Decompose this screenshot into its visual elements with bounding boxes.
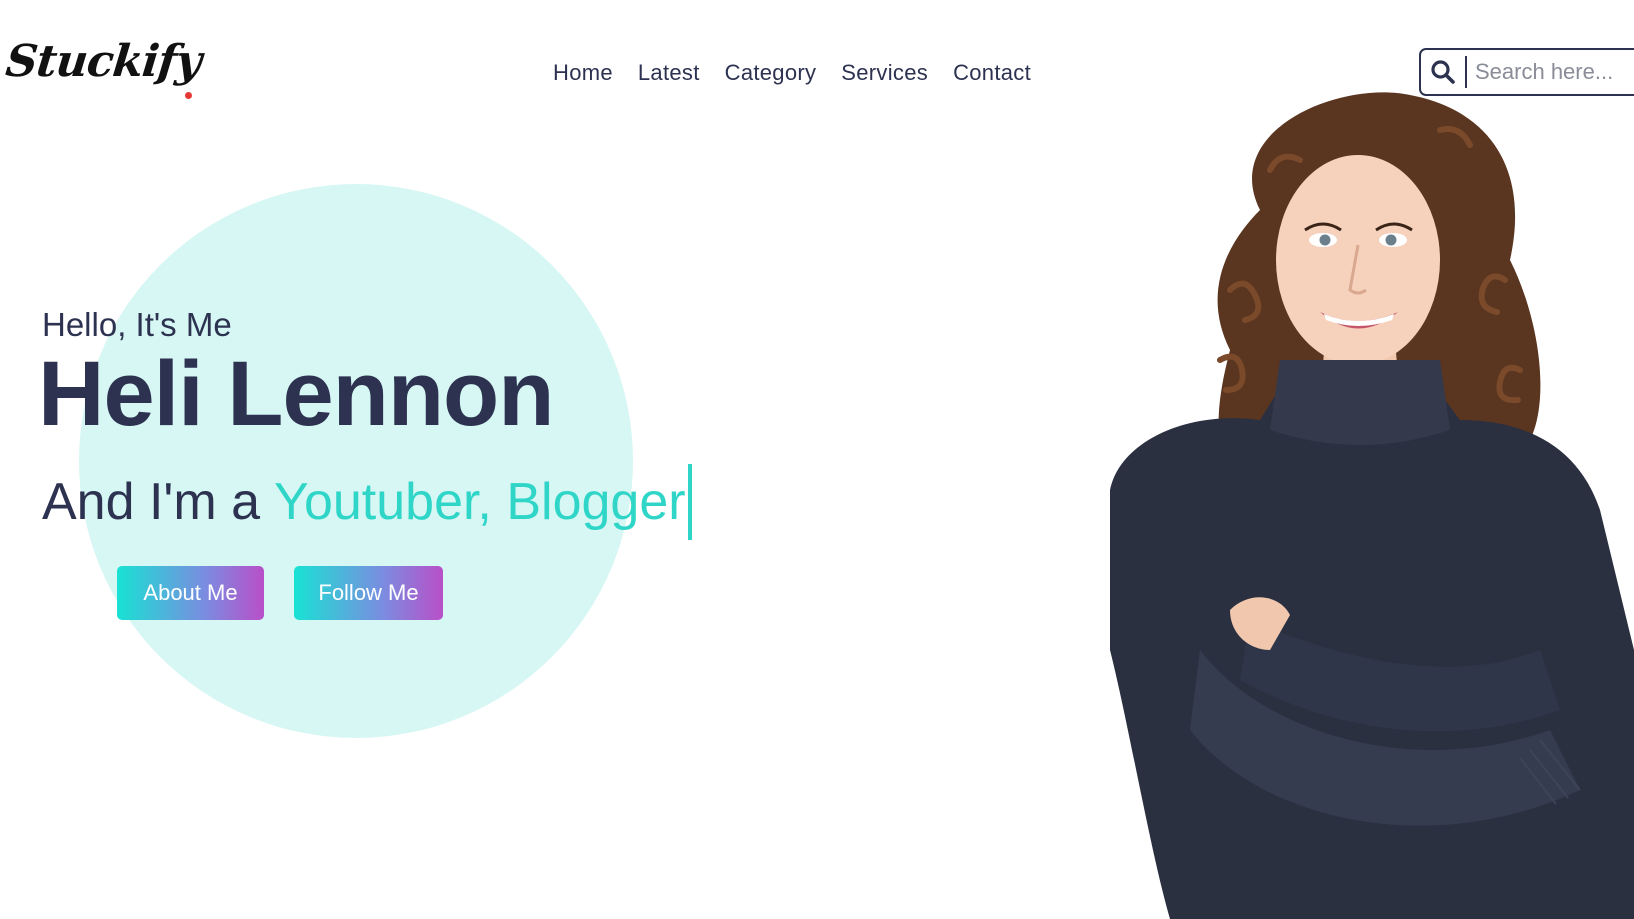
hero-circle-decoration xyxy=(79,184,633,738)
main-nav: Home Latest Category Services Contact xyxy=(553,60,1031,86)
search-box xyxy=(1419,48,1634,96)
nav-latest[interactable]: Latest xyxy=(638,60,700,86)
hero-greeting: Hello, It's Me xyxy=(42,306,232,343)
logo[interactable]: Stuckify xyxy=(3,36,203,87)
nav-services[interactable]: Services xyxy=(841,60,928,86)
hero-name: Heli Lennon xyxy=(38,343,554,445)
nav-category[interactable]: Category xyxy=(725,60,817,86)
typing-caret xyxy=(687,464,692,540)
follow-me-button[interactable]: Follow Me xyxy=(294,566,443,620)
search-input[interactable] xyxy=(1467,58,1634,86)
hero-tagline: And I'm a Youtuber, Blogger xyxy=(42,464,692,540)
page: Stuckify Home Latest Category Services C… xyxy=(0,0,1634,919)
about-me-button[interactable]: About Me xyxy=(117,566,264,620)
nav-contact[interactable]: Contact xyxy=(953,60,1031,86)
search-icon[interactable] xyxy=(1421,50,1465,94)
hero-portrait-image xyxy=(1110,92,1634,919)
tagline-roles: Youtuber, Blogger xyxy=(274,473,686,531)
logo-dot xyxy=(185,92,192,99)
tagline-prefix: And I'm a xyxy=(42,473,261,531)
nav-home[interactable]: Home xyxy=(553,60,613,86)
